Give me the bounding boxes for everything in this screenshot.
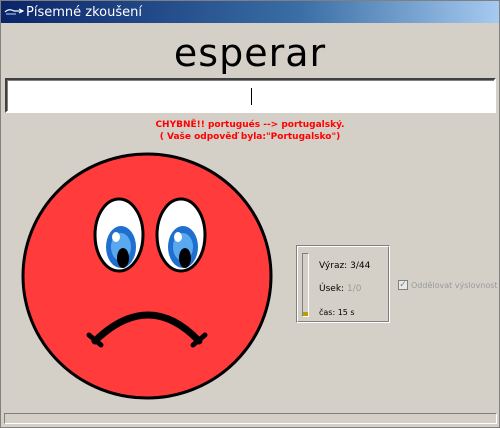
separate-pronunciation-checkbox[interactable]: ✓: [398, 280, 408, 290]
stat-usek: Úsek: 1/0: [319, 284, 361, 294]
stat-usek-label: Úsek:: [319, 284, 345, 294]
sad-face-icon: [21, 152, 273, 400]
window-title: Písemné zkoušení: [26, 4, 142, 20]
feedback-error-line: CHYBNĚ!! portugués --> portugalský.: [155, 120, 345, 130]
status-bar: [4, 413, 497, 424]
right-eye: [155, 197, 207, 273]
prompt-word: esperar: [173, 31, 327, 75]
text-caret: [251, 88, 252, 105]
progress-bar: [302, 253, 309, 317]
app-window: Písemné zkoušení esperar CHYBNĚ!! portug…: [0, 0, 500, 428]
answer-input[interactable]: [5, 78, 496, 113]
stats-panel: Výraz: 3/44 Úsek: 1/0 čas: 15 s: [296, 245, 390, 323]
feedback-your-answer-line: ( Vaše odpověď byla:"Portugalsko"): [159, 132, 341, 142]
stat-vyraz: Výraz: 3/44: [319, 261, 370, 271]
stat-cas: čas: 15 s: [319, 308, 355, 317]
separate-pronunciation-option[interactable]: ✓ Oddělovat výslovnost: [398, 280, 498, 290]
separate-pronunciation-label: Oddělovat výslovnost: [411, 280, 498, 290]
stat-vyraz-value: 3/44: [350, 261, 371, 271]
progress-fill: [303, 312, 308, 316]
title-bar[interactable]: Písemné zkoušení: [1, 1, 499, 23]
arrow-icon: [4, 4, 24, 20]
stat-vyraz-label: Výraz:: [319, 261, 348, 271]
stat-usek-value: 1/0: [346, 284, 362, 294]
left-eye: [93, 197, 145, 273]
